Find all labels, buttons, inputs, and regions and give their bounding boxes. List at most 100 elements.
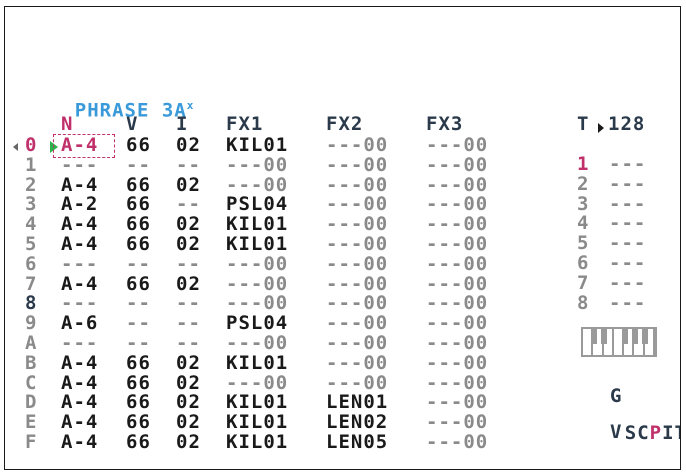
fx2-cell[interactable]: ---00 — [326, 195, 388, 214]
fx1-cell[interactable]: ---00 — [226, 254, 288, 274]
fx2-cell[interactable]: ---00 — [326, 294, 388, 313]
note-cell[interactable]: A-6 — [61, 314, 98, 333]
volume-cell[interactable]: -- — [126, 155, 151, 175]
nav-right-label[interactable]: IT — [662, 422, 680, 444]
fx2-cell[interactable]: ---00 — [326, 175, 388, 195]
fx3-cell[interactable]: ---00 — [426, 353, 488, 373]
note-cell[interactable]: A-4 — [61, 136, 98, 155]
volume-cell[interactable]: -- — [126, 254, 151, 274]
instrument-cell[interactable]: -- — [176, 314, 201, 333]
note-cell[interactable]: A-4 — [61, 373, 98, 393]
volume-cell[interactable]: -- — [126, 334, 151, 353]
tempo-value[interactable]: 128 — [608, 115, 645, 134]
fx1-cell[interactable]: KIL01 — [226, 393, 288, 412]
note-cell[interactable]: A-4 — [61, 175, 98, 195]
volume-cell[interactable]: 66 — [126, 195, 151, 214]
instrument-cell[interactable]: 02 — [176, 373, 201, 393]
nav-current-label[interactable]: P — [650, 422, 662, 444]
instrument-cell[interactable]: 02 — [176, 235, 201, 254]
fx1-cell[interactable]: ---00 — [226, 274, 288, 294]
fx2-cell[interactable]: ---00 — [326, 215, 388, 234]
instrument-cell[interactable]: -- — [176, 155, 201, 175]
volume-cell[interactable]: -- — [126, 294, 151, 313]
fx1-cell[interactable]: KIL01 — [226, 413, 288, 432]
fx2-cell[interactable]: LEN05 — [326, 433, 388, 452]
fx1-cell[interactable]: KIL01 — [226, 353, 288, 373]
instrument-cell[interactable]: -- — [176, 294, 201, 313]
fx2-cell[interactable]: ---00 — [326, 235, 388, 254]
note-cell[interactable]: A-4 — [61, 215, 98, 234]
fx3-cell[interactable]: ---00 — [426, 215, 488, 234]
note-cell[interactable]: A-2 — [61, 195, 98, 214]
fx3-cell[interactable]: ---00 — [426, 195, 488, 214]
volume-cell[interactable]: 66 — [126, 393, 151, 412]
instrument-cell[interactable]: -- — [176, 195, 201, 214]
fx2-cell[interactable]: ---00 — [326, 314, 388, 333]
volume-cell[interactable]: 66 — [126, 175, 151, 195]
instrument-cell[interactable]: 02 — [176, 353, 201, 373]
fx2-cell[interactable]: LEN01 — [326, 393, 388, 412]
fx3-cell[interactable]: ---00 — [426, 274, 488, 294]
note-cell[interactable]: --- — [61, 334, 98, 353]
fx2-cell[interactable]: ---00 — [326, 274, 388, 294]
instrument-cell[interactable]: 02 — [176, 274, 201, 294]
note-cell[interactable]: A-4 — [61, 433, 98, 452]
fx1-cell[interactable]: KIL01 — [226, 433, 288, 452]
volume-cell[interactable]: 66 — [126, 433, 151, 452]
instrument-cell[interactable]: 02 — [176, 413, 201, 432]
fx1-cell[interactable]: PSL04 — [226, 314, 288, 333]
volume-cell[interactable]: 66 — [126, 136, 151, 155]
instrument-cell[interactable]: -- — [176, 254, 201, 274]
fx3-cell[interactable]: ---00 — [426, 136, 488, 155]
note-cell[interactable]: --- — [61, 294, 98, 313]
fx1-cell[interactable]: ---00 — [226, 294, 288, 313]
fx3-cell[interactable]: ---00 — [426, 334, 488, 353]
fx1-cell[interactable]: ---00 — [226, 175, 288, 195]
fx3-cell[interactable]: ---00 — [426, 433, 488, 452]
fx3-cell[interactable]: ---00 — [426, 373, 488, 393]
instrument-cell[interactable]: -- — [176, 334, 201, 353]
fx2-cell[interactable]: ---00 — [326, 155, 388, 175]
fx3-cell[interactable]: ---00 — [426, 314, 488, 333]
instrument-cell[interactable]: 02 — [176, 215, 201, 234]
fx2-cell[interactable]: ---00 — [326, 334, 388, 353]
note-cell[interactable]: A-4 — [61, 393, 98, 412]
volume-cell[interactable]: 66 — [126, 215, 151, 234]
volume-cell[interactable]: 66 — [126, 413, 151, 432]
fx2-cell[interactable]: ---00 — [326, 353, 388, 373]
fx1-cell[interactable]: ---00 — [226, 155, 288, 175]
instrument-cell[interactable]: 02 — [176, 175, 201, 195]
piano-keyboard-icon[interactable] — [581, 327, 657, 357]
fx2-cell[interactable]: ---00 — [326, 254, 388, 274]
fx1-cell[interactable]: ---00 — [226, 373, 288, 393]
fx3-cell[interactable]: ---00 — [426, 413, 488, 432]
fx3-cell[interactable]: ---00 — [426, 254, 488, 274]
fx3-cell[interactable]: ---00 — [426, 175, 488, 195]
fx1-cell[interactable]: KIL01 — [226, 136, 288, 155]
fx1-cell[interactable]: KIL01 — [226, 235, 288, 254]
volume-cell[interactable]: 66 — [126, 235, 151, 254]
nav-left-label[interactable]: SC — [625, 422, 650, 444]
fx1-cell[interactable]: KIL01 — [226, 215, 288, 234]
nav-up-label[interactable]: G — [610, 387, 622, 406]
fx3-cell[interactable]: ---00 — [426, 235, 488, 254]
volume-cell[interactable]: 66 — [126, 353, 151, 373]
note-cell[interactable]: A-4 — [61, 235, 98, 254]
fx2-cell[interactable]: LEN02 — [326, 413, 388, 432]
fx3-cell[interactable]: ---00 — [426, 393, 488, 412]
instrument-cell[interactable]: 02 — [176, 433, 201, 452]
fx1-cell[interactable]: PSL04 — [226, 195, 288, 214]
note-cell[interactable]: A-4 — [61, 353, 98, 373]
note-cell[interactable]: A-4 — [61, 274, 98, 294]
note-cell[interactable]: A-4 — [61, 413, 98, 432]
volume-cell[interactable]: -- — [126, 314, 151, 333]
volume-cell[interactable]: 66 — [126, 373, 151, 393]
instrument-cell[interactable]: 02 — [176, 136, 201, 155]
fx3-cell[interactable]: ---00 — [426, 155, 488, 175]
fx2-cell[interactable]: ---00 — [326, 373, 388, 393]
nav-down-label[interactable]: V — [610, 423, 622, 442]
note-cell[interactable]: --- — [61, 155, 98, 175]
fx3-cell[interactable]: ---00 — [426, 294, 488, 313]
fx2-cell[interactable]: ---00 — [326, 136, 388, 155]
note-cell[interactable]: --- — [61, 254, 98, 274]
